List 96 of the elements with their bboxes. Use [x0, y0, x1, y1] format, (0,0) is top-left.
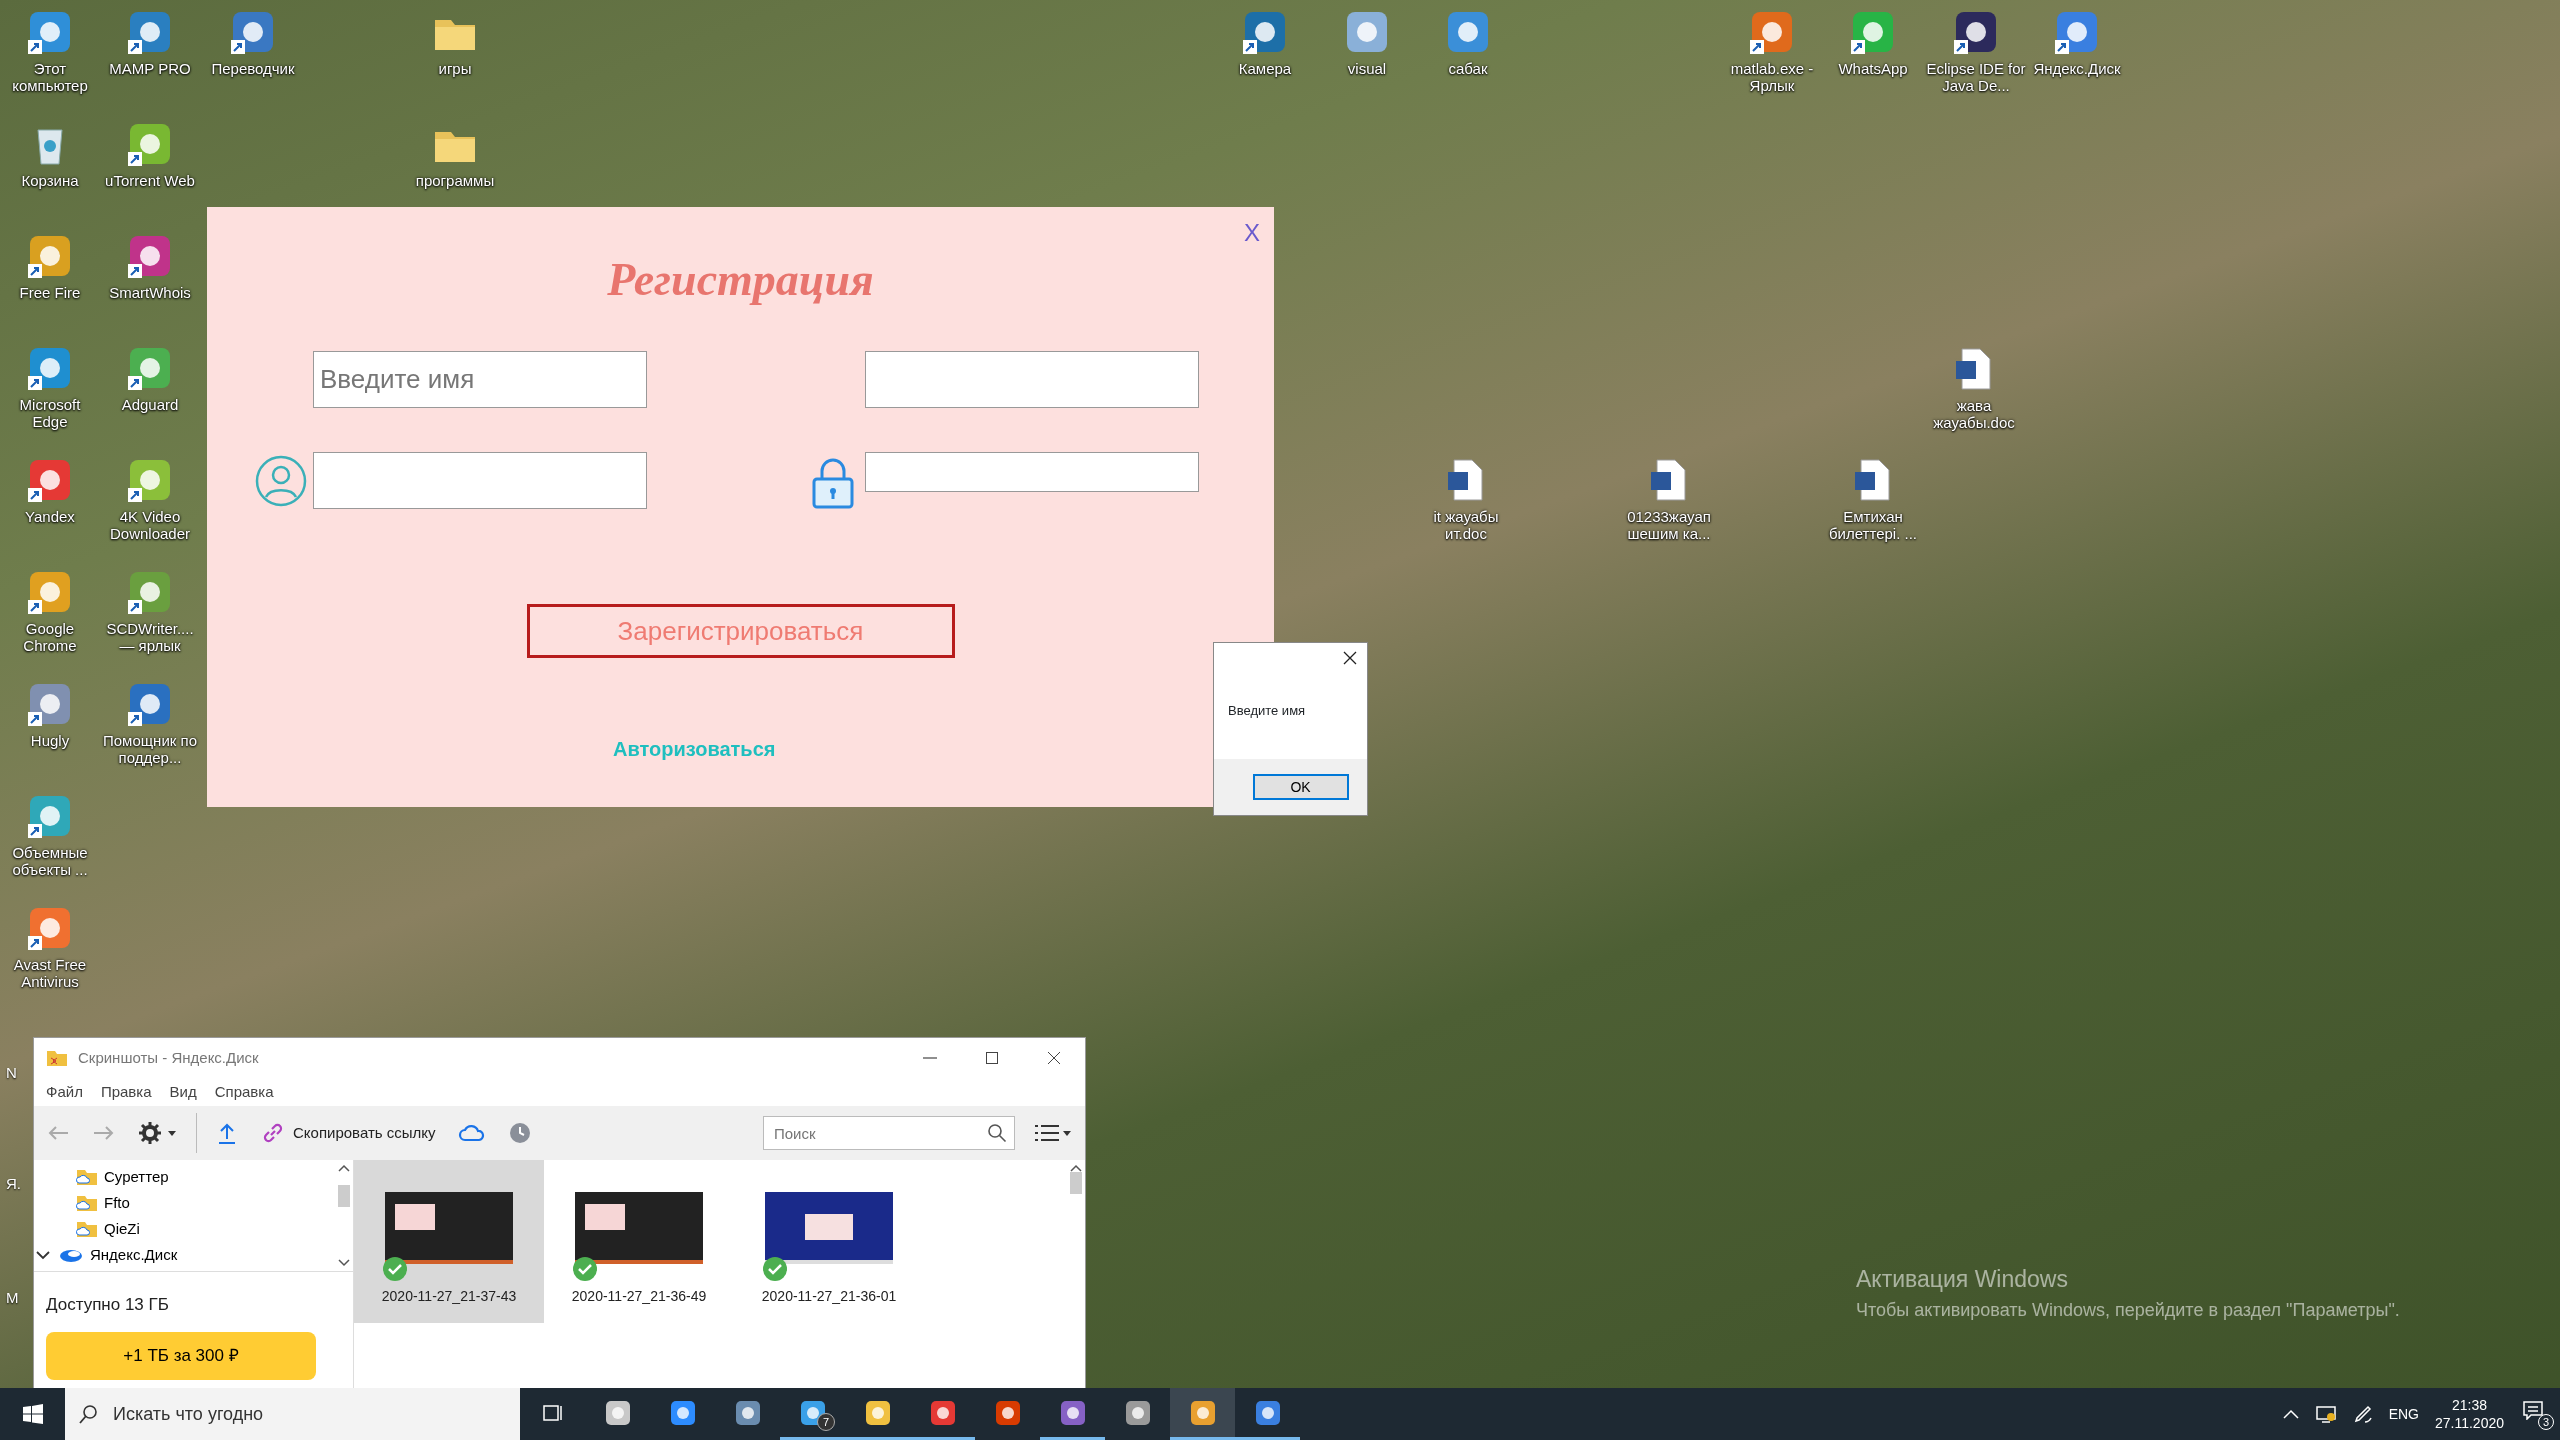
clock-time[interactable]: 21:38: [2451, 1395, 2487, 1414]
scrollbar-thumb[interactable]: [338, 1184, 350, 1207]
desktop-icon-label: M: [6, 1288, 19, 1308]
clock-icon: [507, 1121, 532, 1145]
activation-title: Активация Windows: [1856, 1265, 2069, 1294]
upgrade-button[interactable]: +1 ТБ за 300 ₽: [46, 1331, 316, 1380]
desktop-icon[interactable]: MAMP PRO: [100, 8, 200, 78]
desktop-icon[interactable]: Яндекс.Диск: [2027, 8, 2127, 78]
monitor-icon: [2314, 1404, 2337, 1424]
notifications-button[interactable]: 3: [2520, 1398, 2554, 1430]
task-view-icon: [541, 1402, 564, 1423]
storage-text: Доступно 13 ГБ: [45, 1294, 170, 1316]
chevron-up-icon: [2282, 1409, 2299, 1419]
link-icon: [261, 1121, 285, 1145]
folder-icon: [76, 1168, 98, 1186]
desktop-icon[interactable]: Переводчик: [203, 8, 303, 78]
message-icon: [2522, 1400, 2544, 1420]
ok-button[interactable]: OK: [1252, 774, 1349, 800]
desktop-icon[interactable]: Помощник по поддер...: [100, 680, 200, 767]
desktop-icon[interactable]: сабак: [1418, 8, 1518, 78]
tree-item[interactable]: QieZi: [34, 1216, 140, 1242]
desktop-icon[interactable]: Корзина: [0, 120, 100, 190]
desktop-icon-label: N: [6, 1063, 17, 1083]
close-icon: [1343, 651, 1357, 665]
desktop-icon[interactable]: Microsoft Edge: [0, 344, 100, 431]
desktop-icon[interactable]: 4K Video Downloader: [100, 456, 200, 543]
input-field[interactable]: [313, 452, 647, 509]
desktop-icon[interactable]: 01233жауап шешим ка...: [1619, 456, 1719, 543]
desktop-icon[interactable]: Hugly: [0, 680, 100, 750]
taskbar-button[interactable]: [1170, 1388, 1235, 1440]
desktop-icon[interactable]: SmartWhois: [100, 232, 200, 302]
desktop-icon[interactable]: Камера: [1215, 8, 1315, 78]
folder-icon: [46, 1049, 68, 1067]
desktop-icon[interactable]: Емтихан билеттері. ...: [1823, 456, 1923, 543]
language-indicator[interactable]: ENG: [2388, 1403, 2419, 1425]
scroll-up-icon[interactable]: [338, 1164, 350, 1172]
search-icon: [987, 1123, 1007, 1143]
input-field[interactable]: Введите имя: [313, 351, 647, 408]
form-title: Регистрация: [606, 253, 875, 307]
tree-item[interactable]: Ffto: [34, 1190, 130, 1216]
scroll-down-icon[interactable]: [338, 1259, 350, 1267]
minimize-icon: [923, 1057, 937, 1059]
maximize-icon: [984, 1050, 1000, 1066]
tree-item[interactable]: Суреттер: [34, 1164, 169, 1190]
input-field[interactable]: [865, 452, 1199, 492]
menu-item[interactable]: Справка: [214, 1080, 274, 1104]
tree-item[interactable]: Яндекс.Диск: [34, 1242, 178, 1268]
menu-item[interactable]: Файл: [46, 1080, 83, 1104]
search-field[interactable]: Поиск: [763, 1116, 1015, 1150]
desktop-icon[interactable]: Этот компьютер: [0, 8, 100, 95]
desktop-icon[interactable]: жава жауабы.doc: [1924, 345, 2024, 432]
folder-icon: [76, 1220, 98, 1238]
clock-date[interactable]: 27.11.2020: [2434, 1414, 2504, 1433]
pen-button[interactable]: [2352, 1404, 2373, 1424]
gear-icon: [138, 1121, 178, 1145]
menu-item[interactable]: Вид: [169, 1080, 197, 1104]
file-item[interactable]: 2020-11-27_21-36-49: [544, 1160, 734, 1323]
count-badge: 3: [2538, 1414, 2554, 1430]
desktop-icon[interactable]: WhatsApp: [1823, 8, 1923, 78]
folder-icon: [76, 1194, 98, 1212]
close-button[interactable]: X: [1238, 215, 1266, 251]
desktop-icon[interactable]: SCDWriter.... — ярлык: [100, 568, 200, 655]
desktop-icon[interactable]: игры: [405, 8, 505, 78]
cloud-icon: [457, 1122, 486, 1144]
message-text: Введите имя: [1227, 702, 1307, 720]
show-hidden-icons-button[interactable]: [2282, 1409, 2299, 1419]
scroll-up-icon[interactable]: [1070, 1164, 1082, 1172]
desktop-icon[interactable]: Объемные объекты ...: [0, 792, 100, 879]
desktop-icon[interactable]: программы: [405, 120, 505, 190]
desktop-icon[interactable]: Adguard: [100, 344, 200, 414]
desktop-icon[interactable]: it жауабы ит.doc: [1416, 456, 1516, 543]
taskbar-button[interactable]: 7: [780, 1388, 845, 1440]
desktop-icon[interactable]: uTorrent Web: [100, 120, 200, 190]
desktop-icon[interactable]: Yandex: [0, 456, 100, 526]
input-field[interactable]: [865, 351, 1199, 408]
desktop-icon[interactable]: matlab.exe - Ярлык: [1722, 8, 1822, 95]
windows-logo-icon: [22, 1404, 43, 1424]
file-item[interactable]: 2020-11-27_21-36-01: [734, 1160, 924, 1323]
desktop-icon-label: Я.: [6, 1174, 21, 1194]
desktop-icon[interactable]: Google Chrome: [0, 568, 100, 655]
desktop-icon[interactable]: Free Fire: [0, 232, 100, 302]
pen-icon: [2352, 1404, 2373, 1424]
desktop-icon[interactable]: Avast Free Antivirus: [0, 904, 100, 991]
scrollbar-thumb[interactable]: [1070, 1172, 1082, 1194]
file-item[interactable]: 2020-11-27_21-37-43: [354, 1160, 544, 1323]
network-button[interactable]: [2314, 1404, 2337, 1424]
count-badge: 7: [817, 1413, 835, 1431]
close-icon: [1046, 1050, 1062, 1066]
desktop-icon[interactable]: Eclipse IDE for Java De...: [1926, 8, 2026, 95]
menu-item[interactable]: Правка: [100, 1080, 152, 1104]
window-title: Скриншоты - Яндекс.Диск: [78, 1047, 259, 1068]
list-icon: [1033, 1122, 1073, 1144]
copy-link-button[interactable]: Скопировать ссылку: [257, 1117, 440, 1149]
desktop-icon[interactable]: visual: [1317, 8, 1417, 78]
activation-text: Чтобы активировать Windows, перейдите в раздел "Параметры".: [1856, 1298, 2400, 1322]
search-field[interactable]: Искать что угодно: [65, 1388, 520, 1440]
